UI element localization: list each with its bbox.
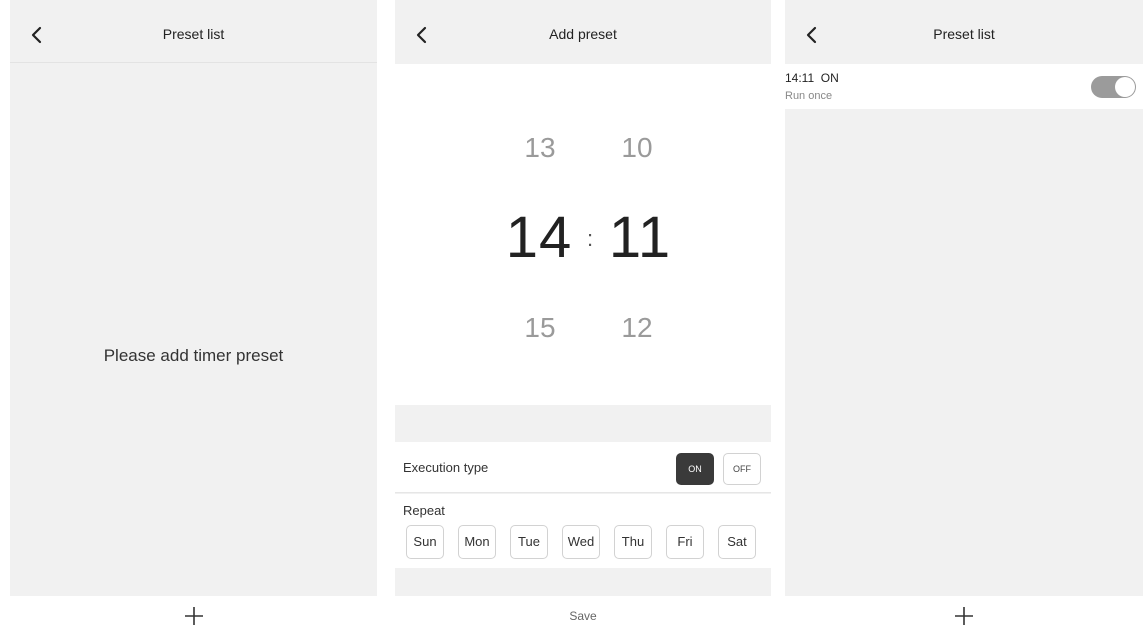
execution-off-button[interactable]: OFF	[723, 453, 761, 485]
toggle-knob	[1115, 77, 1135, 97]
execution-type-row: Execution type ON OFF	[395, 442, 771, 493]
empty-message: Please add timer preset	[103, 346, 284, 365]
day-button-fri[interactable]: Fri	[666, 525, 704, 559]
preset-schedule: Run once	[785, 90, 833, 102]
day-button-thu[interactable]: Thu	[614, 525, 652, 559]
header-divider	[10, 62, 377, 63]
page-title: Preset list	[933, 26, 995, 42]
repeat-row: Repeat Sun Mon Tue Wed Thu Fri Sat	[395, 494, 771, 568]
header: Add preset	[395, 10, 771, 62]
footer-bar: Save	[395, 596, 771, 637]
time-separator: :	[586, 226, 594, 251]
hour-prev[interactable]: 13	[500, 132, 580, 164]
add-preset-screen: Add preset 13 10 14 : 11 15 12 Execution…	[395, 0, 771, 637]
plus-icon[interactable]	[182, 604, 206, 628]
preset-time-action: 14:11 ON	[785, 71, 839, 85]
preset-enable-toggle[interactable]	[1091, 76, 1136, 98]
preset-list-screen: Preset list 14:11 ON Run once	[785, 0, 1143, 637]
hour-selected[interactable]: 14	[499, 204, 579, 271]
hour-next[interactable]: 15	[500, 312, 580, 344]
page-title: Add preset	[549, 26, 617, 42]
day-button-wed[interactable]: Wed	[562, 525, 600, 559]
page-title: Preset list	[162, 26, 225, 42]
footer-bar	[10, 596, 377, 637]
plus-icon[interactable]	[952, 604, 976, 628]
time-picker[interactable]: 13 10 14 : 11 15 12	[395, 64, 771, 405]
day-button-tue[interactable]: Tue	[510, 525, 548, 559]
preset-list-empty-screen: Preset list Please add timer preset	[10, 0, 377, 637]
header: Preset list	[785, 10, 1143, 62]
footer-bar	[785, 596, 1143, 637]
day-button-sat[interactable]: Sat	[718, 525, 756, 559]
header: Preset list	[10, 10, 377, 62]
minute-prev[interactable]: 10	[597, 132, 677, 164]
list-item[interactable]: 14:11 ON Run once	[785, 64, 1143, 109]
minute-selected[interactable]: 11	[600, 204, 680, 271]
day-button-mon[interactable]: Mon	[458, 525, 496, 559]
execution-type-label: Execution type	[403, 460, 489, 475]
repeat-label: Repeat	[403, 503, 445, 518]
minute-next[interactable]: 12	[597, 312, 677, 344]
save-button[interactable]: Save	[395, 609, 771, 623]
execution-on-button[interactable]: ON	[676, 453, 714, 485]
day-button-sun[interactable]: Sun	[406, 525, 444, 559]
